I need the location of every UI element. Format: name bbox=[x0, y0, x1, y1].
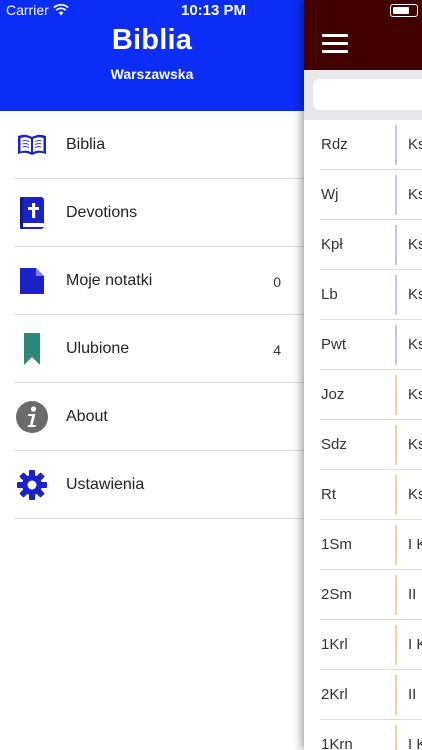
status-time: 10:13 PM bbox=[181, 2, 247, 19]
book-abbr: 2Krl bbox=[321, 686, 348, 703]
book-name: Ks bbox=[408, 386, 422, 403]
menu-item-devotions[interactable]: Devotions bbox=[0, 179, 304, 247]
book-name: Ks bbox=[408, 486, 422, 503]
info-icon bbox=[14, 399, 50, 435]
book-abbr: Rdz bbox=[321, 136, 348, 153]
book-row-kpl[interactable]: Kpł Ks bbox=[304, 220, 422, 270]
book-name: Ks bbox=[408, 436, 422, 453]
book-divider bbox=[395, 425, 397, 465]
bookmark-icon bbox=[14, 331, 50, 367]
favorites-count-badge: 4 bbox=[273, 342, 281, 358]
book-divider bbox=[395, 475, 397, 515]
gear-icon bbox=[14, 467, 50, 503]
note-document-icon bbox=[14, 263, 50, 299]
book-row-2krl[interactable]: 2Krl II bbox=[304, 670, 422, 720]
notes-count-badge: 0 bbox=[273, 274, 281, 290]
book-name: Ks bbox=[408, 286, 422, 303]
book-list: Rdz Ks Wj Ks Kpł Ks Lb Ks Pwt Ks Joz Ks bbox=[304, 120, 422, 750]
menu-item-ulubione[interactable]: Ulubione 4 bbox=[0, 315, 304, 383]
book-row-lb[interactable]: Lb Ks bbox=[304, 270, 422, 320]
menu-label-moje-notatki: Moje notatki bbox=[66, 272, 153, 289]
book-name: II bbox=[408, 686, 417, 703]
book-abbr: Sdz bbox=[321, 436, 347, 453]
book-row-wj[interactable]: Wj Ks bbox=[304, 170, 422, 220]
menu-label-biblia: Biblia bbox=[66, 136, 106, 153]
menu-label-about: About bbox=[66, 408, 108, 425]
hamburger-menu-icon[interactable] bbox=[322, 34, 348, 54]
book-name: I K bbox=[408, 536, 422, 553]
book-row-sdz[interactable]: Sdz Ks bbox=[304, 420, 422, 470]
book-abbr: Kpł bbox=[321, 236, 343, 253]
book-divider bbox=[395, 225, 397, 265]
app-subtitle: Warszawska bbox=[110, 66, 194, 82]
book-name: I K bbox=[408, 736, 422, 750]
drawer-menu: Biblia Devotions Moje notatki 0 Ulubione… bbox=[0, 111, 304, 519]
book-name: Ks bbox=[408, 186, 422, 203]
app-title: Biblia bbox=[111, 24, 193, 56]
book-list-panel[interactable]: Rdz Ks Wj Ks Kpł Ks Lb Ks Pwt Ks Joz Ks bbox=[304, 0, 422, 750]
book-abbr: Wj bbox=[321, 186, 339, 203]
book-divider bbox=[395, 275, 397, 315]
book-divider bbox=[395, 325, 397, 365]
book-name: Ks bbox=[408, 336, 422, 353]
status-carrier: Carrier bbox=[6, 2, 69, 18]
search-bar bbox=[304, 70, 422, 120]
book-row-1krn[interactable]: 1Krn I K bbox=[304, 720, 422, 750]
book-row-pwt[interactable]: Pwt Ks bbox=[304, 320, 422, 370]
wifi-icon bbox=[53, 4, 69, 16]
book-abbr: Lb bbox=[321, 286, 338, 303]
book-name: II bbox=[408, 586, 417, 603]
book-abbr: 1Krn bbox=[321, 736, 353, 750]
book-divider bbox=[395, 375, 397, 415]
side-drawer: Carrier 10:13 PM Biblia Warszawska Bibli… bbox=[0, 0, 304, 750]
book-row-rdz[interactable]: Rdz Ks bbox=[304, 120, 422, 170]
search-input[interactable] bbox=[313, 79, 422, 110]
book-divider bbox=[395, 525, 397, 565]
book-abbr: Rt bbox=[321, 486, 336, 503]
book-divider bbox=[395, 575, 397, 615]
drawer-header: Carrier 10:13 PM Biblia Warszawska bbox=[0, 0, 304, 111]
carrier-label: Carrier bbox=[6, 2, 49, 18]
book-divider bbox=[395, 125, 397, 165]
book-abbr: Pwt bbox=[321, 336, 347, 353]
book-abbr: Joz bbox=[321, 386, 345, 403]
battery-icon bbox=[390, 4, 418, 17]
menu-label-ustawienia: Ustawienia bbox=[66, 476, 145, 493]
menu-label-ulubione: Ulubione bbox=[66, 340, 130, 357]
book-name: Ks bbox=[408, 136, 422, 153]
book-row-1sm[interactable]: 1Sm I K bbox=[304, 520, 422, 570]
menu-item-ustawienia[interactable]: Ustawienia bbox=[0, 451, 304, 519]
nav-bar bbox=[304, 0, 422, 70]
book-divider bbox=[395, 675, 397, 715]
book-row-rt[interactable]: Rt Ks bbox=[304, 470, 422, 520]
menu-item-moje-notatki[interactable]: Moje notatki 0 bbox=[0, 247, 304, 315]
book-row-2sm[interactable]: 2Sm II bbox=[304, 570, 422, 620]
menu-item-biblia[interactable]: Biblia bbox=[0, 111, 304, 179]
book-abbr: 2Sm bbox=[321, 586, 352, 603]
bible-cross-icon bbox=[14, 195, 50, 231]
book-abbr: 1Sm bbox=[321, 536, 352, 553]
menu-item-about[interactable]: About bbox=[0, 383, 304, 451]
book-abbr: 1Krl bbox=[321, 636, 348, 653]
open-book-icon bbox=[14, 127, 50, 163]
book-name: I K bbox=[408, 636, 422, 653]
menu-label-devotions: Devotions bbox=[66, 204, 138, 221]
book-row-joz[interactable]: Joz Ks bbox=[304, 370, 422, 420]
book-divider bbox=[395, 175, 397, 215]
book-row-1krl[interactable]: 1Krl I K bbox=[304, 620, 422, 670]
book-divider bbox=[395, 625, 397, 665]
book-name: Ks bbox=[408, 236, 422, 253]
book-divider bbox=[395, 725, 397, 750]
